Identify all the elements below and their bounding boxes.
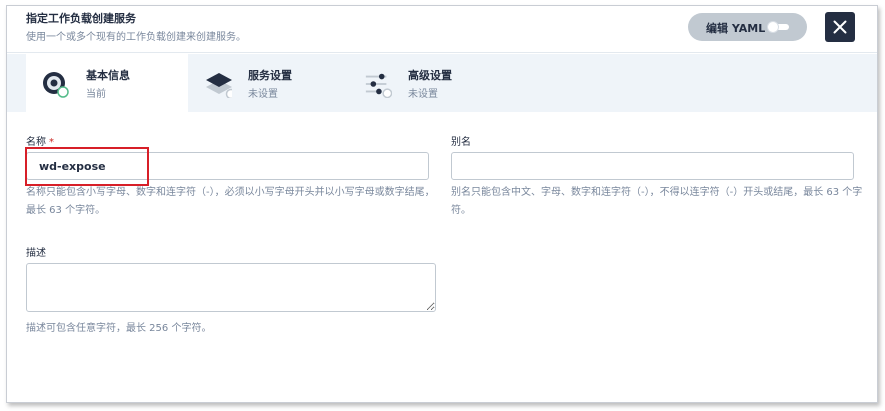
toggle-switch-knob [767, 21, 779, 33]
alias-help-text: 别名只能包含中文、字母、数字和连字符（-），不得以连字符（-）开头或结尾，最长 … [451, 187, 863, 216]
close-icon [833, 20, 847, 34]
info-disc-icon [43, 72, 69, 98]
description-textarea[interactable] [26, 263, 436, 312]
close-button[interactable] [825, 12, 855, 42]
tab-basic-info-status: 当前 [86, 89, 106, 100]
create-service-dialog: 指定工作负载创建服务 使用一个或多个现有的工作负载创建来创建服务。 编辑 YAM… [6, 5, 878, 403]
tab-service-settings-status: 未设置 [248, 89, 278, 100]
dialog-header: 指定工作负载创建服务 使用一个或多个现有的工作负载创建来创建服务。 编辑 YAM… [7, 6, 877, 53]
edit-yaml-label: 编辑 YAML [706, 22, 766, 35]
tab-service-settings-label: 服务设置 [248, 69, 292, 82]
tab-advanced-settings[interactable]: 高级设置 未设置 [348, 54, 508, 112]
alias-input[interactable] [451, 152, 854, 180]
name-input[interactable] [26, 152, 429, 180]
tab-basic-info-label: 基本信息 [86, 69, 130, 82]
tab-advanced-settings-status: 未设置 [408, 89, 438, 100]
description-help-text: 描述可包含任意字符，最长 256 个字符。 [26, 323, 212, 334]
required-mark: * [49, 137, 54, 148]
tab-basic-info[interactable]: 基本信息 当前 [26, 54, 188, 112]
dialog-title: 指定工作负载创建服务 [26, 12, 136, 25]
tab-advanced-settings-label: 高级设置 [408, 69, 452, 82]
alias-field-label: 别名 [451, 137, 471, 148]
layers-icon [206, 73, 232, 98]
sliders-icon [365, 73, 392, 98]
name-label-text: 名称 [26, 137, 46, 148]
name-field-label: 名称 * [26, 133, 54, 148]
dialog-subtitle: 使用一个或多个现有的工作负载创建来创建服务。 [26, 32, 246, 43]
description-field-label: 描述 [26, 248, 46, 259]
name-help-text: 名称只能包含小写字母、数字和连字符（-），必须以小写字母开头并以小写字母或数字结… [26, 187, 435, 216]
edit-yaml-toggle[interactable]: 编辑 YAML [688, 13, 807, 41]
step-tabs: 基本信息 当前 服务设置 未设置 高级设置 未设置 [7, 54, 877, 112]
tab-service-settings[interactable]: 服务设置 未设置 [188, 54, 348, 112]
